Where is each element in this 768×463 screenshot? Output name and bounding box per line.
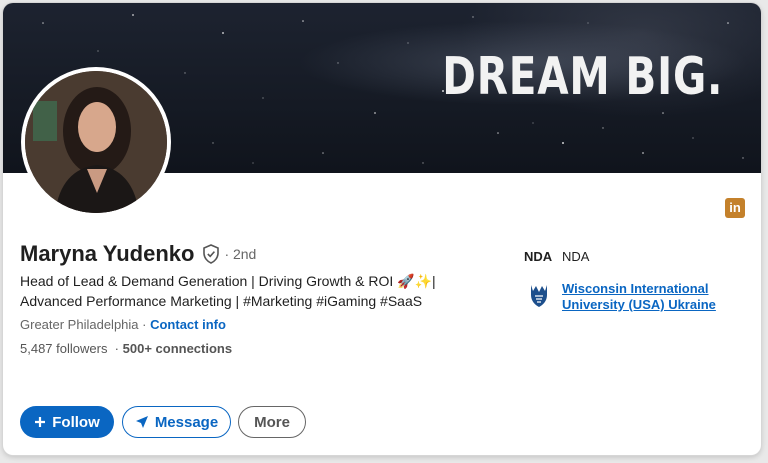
location-separator: · (138, 317, 151, 332)
message-button[interactable]: Message (122, 406, 231, 438)
banner-slogan: DREAM BIG. (442, 47, 723, 107)
follow-label: Follow (52, 413, 100, 431)
follow-button[interactable]: Follow (20, 406, 114, 438)
name-row: Maryna Yudenko · 2nd (20, 241, 256, 267)
university-name[interactable]: Wisconsin International University (USA)… (562, 281, 732, 313)
message-label: Message (154, 413, 219, 431)
plus-icon (34, 416, 46, 428)
paper-plane-icon (135, 415, 149, 429)
current-company[interactable]: NDA NDA (524, 249, 589, 264)
connections-count[interactable]: 500+ connections (123, 341, 232, 356)
stats-separator: · (107, 341, 123, 356)
company-name: NDA (562, 249, 590, 264)
linkedin-icon[interactable]: in (725, 198, 745, 218)
more-button[interactable]: More (238, 406, 306, 438)
education[interactable]: Wisconsin International University (USA)… (524, 281, 732, 313)
more-label: More (254, 413, 290, 431)
location: Greater Philadelphia (20, 317, 139, 332)
contact-info-link[interactable]: Contact info (150, 317, 226, 332)
university-logo-icon (531, 285, 547, 307)
followers-count[interactable]: 5,487 followers (20, 341, 107, 356)
stats-row: 5,487 followers · 500+ connections (20, 341, 232, 356)
profile-photo (25, 71, 167, 213)
connection-degree: · 2nd (224, 246, 257, 262)
profile-name: Maryna Yudenko (20, 241, 195, 266)
verified-shield-icon[interactable] (202, 244, 220, 264)
company-logo: NDA (524, 249, 553, 264)
profile-card: DREAM BIG. in Maryna Yudenko · 2nd Head … (3, 3, 761, 455)
location-row: Greater Philadelphia · Contact info (20, 317, 226, 332)
avatar[interactable] (21, 67, 171, 217)
profile-headline: Head of Lead & Demand Generation | Drivi… (20, 273, 436, 309)
